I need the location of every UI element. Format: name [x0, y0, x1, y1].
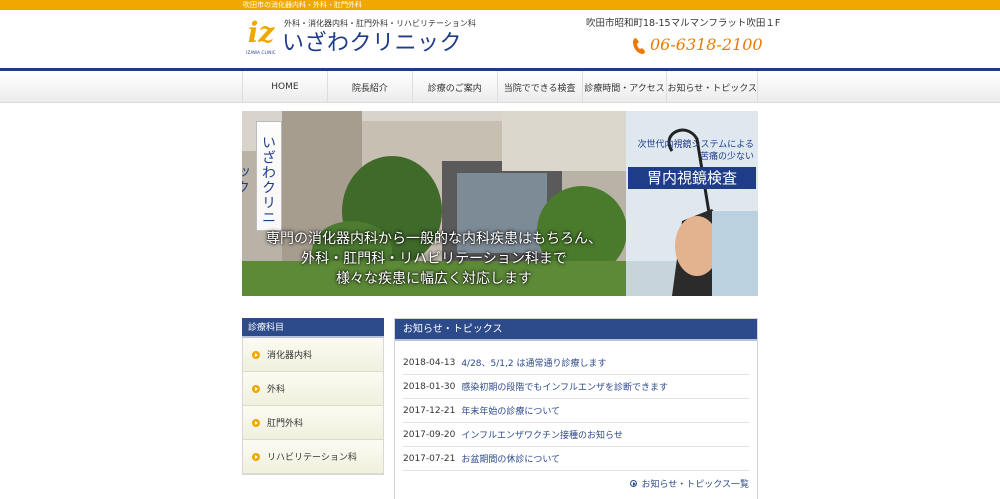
phone-number[interactable]: 06-6318-2100	[650, 34, 763, 56]
sidebar-item-proctology[interactable]: 肛門外科	[243, 406, 383, 440]
sidebar-item-label: 消化器内科	[267, 351, 313, 361]
hero-promo-title: 胃内視鏡検査	[628, 167, 756, 189]
news-row: 2018-01-30 感染初期の段階でもインフルエンザを診断できます	[403, 375, 749, 399]
news-date: 2017-12-21	[403, 405, 456, 416]
hero-caption-line: 専門の消化器内科から一般的な内科疾患はもちろん、	[266, 231, 602, 247]
sidebar-departments: 診療科目 消化器内科 外科 肛門外科 リハビリテーション科	[242, 318, 384, 475]
nav-news[interactable]: お知らせ・トピックス	[666, 71, 759, 103]
news-date: 2017-09-20	[403, 429, 456, 440]
nav-services[interactable]: 診療のご案内	[411, 71, 497, 103]
sidebar-item-label: リハビリテーション科	[267, 453, 357, 463]
clinic-name[interactable]: いざわクリニック	[282, 30, 462, 58]
sidebar-item-label: 肛門外科	[267, 419, 304, 429]
news-panel: お知らせ・トピックス 2018-04-13 4/28、5/1,2 は通常通り診療…	[394, 318, 758, 499]
sidebar-item-label: 外科	[267, 385, 286, 395]
logo-english-name: IZAWA CLINIC	[246, 50, 276, 55]
nav-director[interactable]: 院長紹介	[326, 71, 412, 103]
news-title: お知らせ・トピックス	[395, 319, 757, 341]
circle-arrow-icon	[630, 480, 638, 487]
nav-home[interactable]: HOME	[242, 71, 327, 103]
news-link[interactable]: インフルエンザワクチン接種のお知らせ	[461, 428, 623, 441]
hero-caption: 専門の消化器内科から一般的な内科疾患はもちろん、 外科・肛門科・リハビリテーショ…	[242, 229, 626, 289]
clinic-logo[interactable]: iz IZAWA CLINIC	[243, 18, 279, 60]
news-date: 2018-04-13	[403, 357, 456, 368]
nav-hours-access[interactable]: 診療時間・アクセス	[581, 71, 667, 103]
bullet-arrow-icon	[252, 384, 260, 393]
global-nav: HOME 院長紹介 診療のご案内 当院でできる検査 診療時間・アクセス お知らせ…	[0, 71, 1000, 103]
hero-promo-line: 次世代内視鏡システムによる	[637, 140, 754, 150]
nav-examinations[interactable]: 当院でできる検査	[496, 71, 582, 103]
news-link[interactable]: お盆期間の休診について	[461, 452, 560, 465]
hero-promo-subtitle: 次世代内視鏡システムによる 苦痛の少ない	[628, 139, 756, 163]
news-link[interactable]: 年末年始の診療について	[461, 404, 560, 417]
hero-clinic-sign: いざわクリニック	[242, 121, 282, 231]
clinic-address: 吹田市昭和町18-15マルマンフラット吹田１F	[586, 18, 781, 29]
news-link[interactable]: 感染初期の段階でもインフルエンザを診断できます	[461, 380, 668, 393]
sidebar-item-rehabilitation[interactable]: リハビリテーション科	[243, 440, 383, 474]
hero-promo-line: 苦痛の少ない	[699, 152, 754, 162]
news-row: 2017-09-20 インフルエンザワクチン接種のお知らせ	[403, 423, 749, 447]
news-more-label: お知らせ・トピックス一覧	[641, 480, 749, 490]
news-row: 2018-04-13 4/28、5/1,2 は通常通り診療します	[403, 351, 749, 375]
news-more-link[interactable]: お知らせ・トピックス一覧	[630, 477, 749, 490]
news-date: 2017-07-21	[403, 453, 456, 464]
hero-caption-line: 外科・肛門科・リハビリテーション科まで	[301, 251, 567, 267]
top-bar-text: 吹田市の消化器内科・外科・肛門外科	[243, 1, 362, 9]
bullet-arrow-icon	[252, 350, 260, 359]
news-row: 2017-12-21 年末年始の診療について	[403, 399, 749, 423]
logo-mark: iz	[247, 16, 275, 49]
sidebar-item-surgery[interactable]: 外科	[243, 372, 383, 406]
news-row: 2017-07-21 お盆期間の休診について	[403, 447, 749, 471]
top-bar: 吹田市の消化器内科・外科・肛門外科	[0, 0, 1000, 10]
clinic-subtitle: 外科・消化器内科・肛門外科・リハビリテーション科	[284, 19, 476, 28]
bullet-arrow-icon	[252, 418, 260, 427]
bullet-arrow-icon	[252, 452, 260, 461]
phone-icon	[633, 38, 645, 54]
news-link[interactable]: 4/28、5/1,2 は通常通り診療します	[461, 356, 606, 369]
hero-caption-line: 様々な疾患に幅広く対応します	[336, 271, 532, 287]
hero-banner[interactable]: いざわクリニック 専門の消化器内科から一般的な内科疾患はもちろん、 外科・肛門科…	[242, 111, 758, 296]
news-date: 2018-01-30	[403, 381, 456, 392]
sidebar-item-gastroenterology[interactable]: 消化器内科	[243, 338, 383, 372]
sidebar-title: 診療科目	[242, 318, 384, 338]
